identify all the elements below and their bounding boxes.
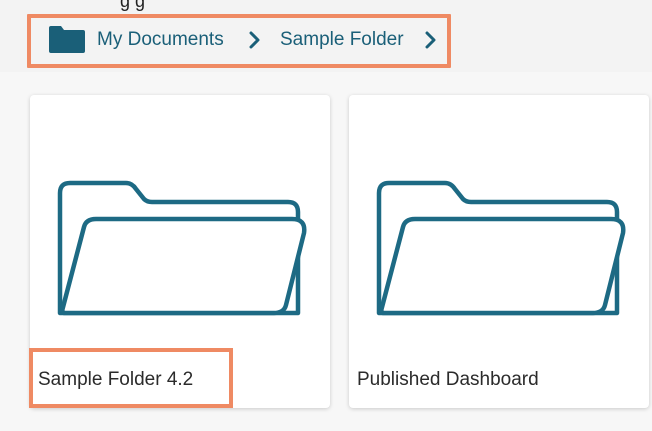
breadcrumb-highlight-box bbox=[27, 14, 451, 68]
folder-outline-icon bbox=[57, 180, 307, 316]
folder-card-published-dashboard[interactable]: Published Dashboard bbox=[349, 95, 649, 408]
folder-name: Published Dashboard bbox=[357, 369, 539, 390]
folder-name-highlight-box bbox=[29, 348, 233, 408]
clipped-caption-text: g g bbox=[120, 0, 146, 11]
folder-outline-icon bbox=[376, 180, 626, 316]
